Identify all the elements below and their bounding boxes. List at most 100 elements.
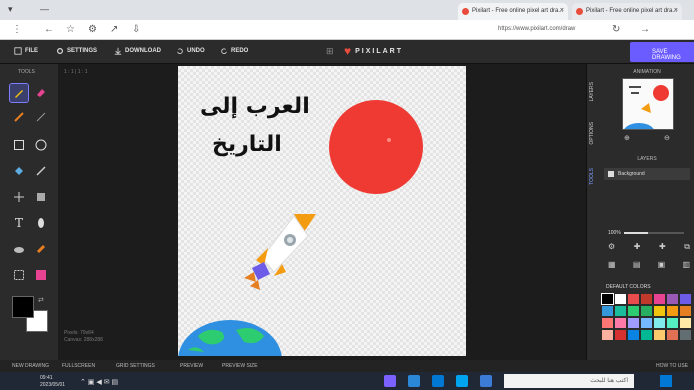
- palette-color-swatch[interactable]: [680, 294, 691, 304]
- fullscreen-button[interactable]: FULLSCREEN: [62, 363, 95, 369]
- eye-icon[interactable]: [608, 171, 614, 177]
- palette-color-swatch[interactable]: [641, 306, 652, 316]
- url-field[interactable]: https://www.pixilart.com/draw: [498, 26, 575, 32]
- download-icon[interactable]: ⇩: [132, 24, 140, 35]
- palette-color-swatch[interactable]: [602, 306, 613, 316]
- palette-color-swatch[interactable]: [615, 318, 626, 328]
- palette-color-swatch[interactable]: [654, 330, 665, 340]
- brush-tool[interactable]: [32, 108, 50, 126]
- rectangle-tool[interactable]: [10, 136, 28, 154]
- settings-icon[interactable]: ⚙: [608, 242, 615, 252]
- color-swap-tool[interactable]: [32, 266, 50, 284]
- palette-color-swatch[interactable]: [628, 318, 639, 328]
- task-view-icon[interactable]: [480, 375, 492, 387]
- new-drawing-button[interactable]: NEW DRAWING: [12, 363, 49, 369]
- palette-color-swatch[interactable]: [654, 306, 665, 316]
- palette-color-swatch[interactable]: [667, 294, 678, 304]
- redo-button[interactable]: REDO: [220, 47, 248, 55]
- add-icon[interactable]: ✚: [634, 242, 641, 252]
- system-tray-icons[interactable]: ⌃ ▣ ◀ ✉ ▤: [80, 378, 118, 386]
- line-tool[interactable]: [10, 108, 28, 126]
- stamp-tool[interactable]: [32, 240, 50, 258]
- palette-color-swatch[interactable]: [641, 294, 652, 304]
- save-drawing-button[interactable]: SAVE DRAWING: [630, 42, 694, 62]
- zoom-in-icon[interactable]: ⊕: [624, 134, 630, 142]
- dither-tool[interactable]: [32, 162, 50, 180]
- palette-color-swatch[interactable]: [667, 330, 678, 340]
- palette-color-swatch[interactable]: [654, 294, 665, 304]
- primary-color-swatch[interactable]: [12, 296, 34, 318]
- lock-icon[interactable]: ▣: [658, 260, 666, 269]
- edge-icon[interactable]: [456, 375, 468, 387]
- refresh-icon[interactable]: ↻: [612, 24, 620, 35]
- download-menu[interactable]: DOWNLOAD: [114, 47, 161, 55]
- browser-tab[interactable]: Pixilart - Free online pixel art dra... …: [572, 3, 682, 20]
- circle-tool[interactable]: [32, 136, 50, 154]
- grid-settings-button[interactable]: GRID SETTINGS: [116, 363, 155, 369]
- pixilart-logo[interactable]: ♥ PIXILART: [344, 45, 403, 57]
- tab-options[interactable]: OPTIONS: [589, 122, 595, 145]
- crop-tool[interactable]: [10, 266, 28, 284]
- bookmark-icon[interactable]: ☆: [66, 24, 75, 35]
- eyedropper-tool[interactable]: [32, 214, 50, 232]
- undo-button[interactable]: UNDO: [176, 47, 205, 55]
- drawing-canvas[interactable]: العرب إلى التاريخ: [178, 66, 466, 356]
- shade-tool[interactable]: [10, 240, 28, 258]
- settings-menu[interactable]: SETTINGS: [56, 47, 97, 55]
- text-tool[interactable]: T: [10, 214, 28, 232]
- taskbar-search[interactable]: اكتب هنا للبحث: [504, 374, 634, 388]
- add-layer-icon[interactable]: ✚: [659, 242, 666, 252]
- preview-button[interactable]: PREVIEW: [180, 363, 203, 369]
- frame-thumbnail[interactable]: [622, 78, 674, 130]
- teams-icon[interactable]: [384, 375, 396, 387]
- palette-color-swatch[interactable]: [641, 330, 652, 340]
- select-tool[interactable]: [32, 188, 50, 206]
- palette-color-swatch[interactable]: [628, 330, 639, 340]
- palette-color-swatch[interactable]: [680, 330, 691, 340]
- palette-color-swatch[interactable]: [601, 293, 614, 305]
- help-link[interactable]: HOW TO USE: [656, 363, 688, 369]
- mail-icon[interactable]: [408, 375, 420, 387]
- browser-tab[interactable]: Pixilart - Free online pixel art dra... …: [458, 3, 568, 20]
- palette-color-swatch[interactable]: [641, 318, 652, 328]
- zoom-slider[interactable]: [624, 232, 684, 234]
- palette-color-swatch[interactable]: [615, 294, 626, 304]
- tab-tools[interactable]: TOOLS: [589, 168, 595, 185]
- palette-color-swatch[interactable]: [602, 318, 613, 328]
- forward-icon[interactable]: →: [640, 24, 650, 35]
- start-icon[interactable]: [660, 375, 672, 387]
- delete-icon[interactable]: ▥: [682, 260, 690, 269]
- zoom-out-icon[interactable]: ⊖: [664, 134, 670, 142]
- close-tab-icon[interactable]: ×: [560, 7, 564, 14]
- share-icon[interactable]: ↗: [110, 24, 118, 35]
- menu-icon[interactable]: ⋮: [12, 24, 22, 35]
- tab-layers[interactable]: LAYERS: [589, 82, 595, 101]
- swap-colors-icon[interactable]: ⇄: [38, 296, 44, 304]
- file-menu[interactable]: FILE: [14, 47, 38, 55]
- layer-item[interactable]: Background: [604, 168, 690, 180]
- store-icon[interactable]: [432, 375, 444, 387]
- eraser-tool[interactable]: [32, 84, 50, 102]
- fill-tool[interactable]: [10, 162, 28, 180]
- close-tab-icon[interactable]: ×: [674, 7, 678, 14]
- copy-icon[interactable]: ⧉: [684, 242, 690, 252]
- minimize-icon[interactable]: —: [40, 4, 49, 14]
- palette-color-swatch[interactable]: [615, 330, 626, 340]
- palette-color-swatch[interactable]: [628, 306, 639, 316]
- back-icon[interactable]: ←: [44, 24, 54, 35]
- preview-size-button[interactable]: PREVIEW SIZE: [222, 363, 258, 369]
- merge-icon[interactable]: ▦: [608, 260, 616, 269]
- palette-color-swatch[interactable]: [615, 306, 626, 316]
- palette-color-swatch[interactable]: [680, 306, 691, 316]
- palette-color-swatch[interactable]: [680, 318, 691, 328]
- extension-icon[interactable]: ⚙: [88, 24, 97, 35]
- palette-color-swatch[interactable]: [628, 294, 639, 304]
- duplicate-icon[interactable]: ▤: [633, 260, 641, 269]
- window-menu-icon[interactable]: ▾: [8, 4, 13, 15]
- palette-color-swatch[interactable]: [654, 318, 665, 328]
- palette-color-swatch[interactable]: [667, 318, 678, 328]
- move-tool[interactable]: [10, 188, 28, 206]
- grid-icon[interactable]: ⊞: [326, 46, 334, 57]
- palette-color-swatch[interactable]: [667, 306, 678, 316]
- palette-color-swatch[interactable]: [602, 330, 613, 340]
